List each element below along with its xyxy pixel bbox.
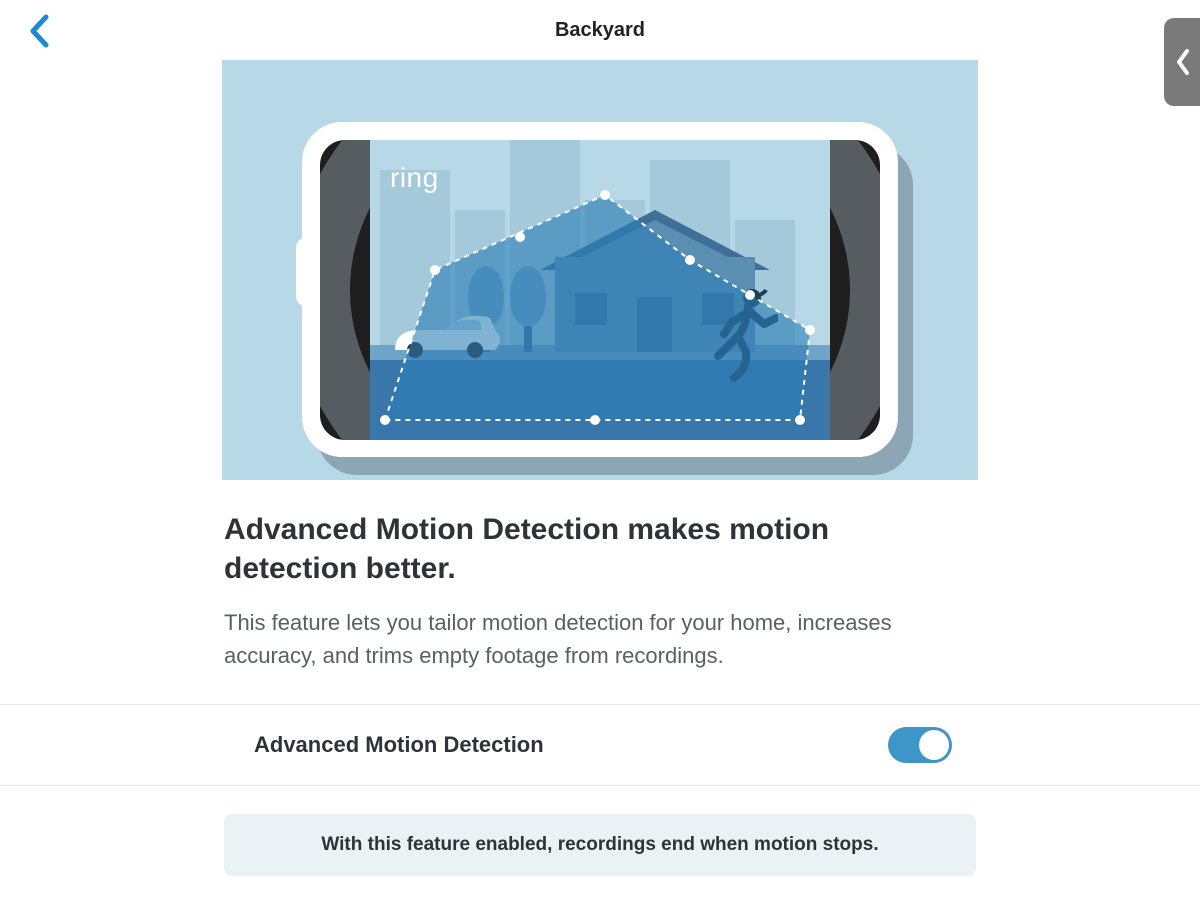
info-banner: With this feature enabled, recordings en… — [224, 814, 976, 876]
chevron-left-icon — [28, 14, 50, 48]
page-title: Backyard — [555, 19, 645, 42]
content-area: ring Advanced Motion Detection makes mot… — [220, 60, 980, 876]
setting-label: Advanced Motion Detection — [254, 732, 544, 758]
feature-description: This feature lets you tailor motion dete… — [224, 606, 924, 672]
side-drawer-handle[interactable] — [1164, 18, 1200, 106]
setting-row-advanced-motion: Advanced Motion Detection — [0, 704, 1200, 786]
feature-heading: Advanced Motion Detection makes motion d… — [224, 510, 924, 588]
header: Backyard — [0, 0, 1200, 60]
phone-frame: ring — [302, 122, 898, 457]
ring-logo: ring — [390, 162, 439, 194]
advanced-motion-toggle[interactable] — [888, 727, 952, 763]
back-button[interactable] — [28, 14, 50, 53]
person-icon — [708, 288, 778, 388]
chevron-left-icon — [1175, 48, 1191, 76]
phone-screen: ring — [320, 140, 880, 440]
hero-illustration: ring — [222, 60, 978, 480]
